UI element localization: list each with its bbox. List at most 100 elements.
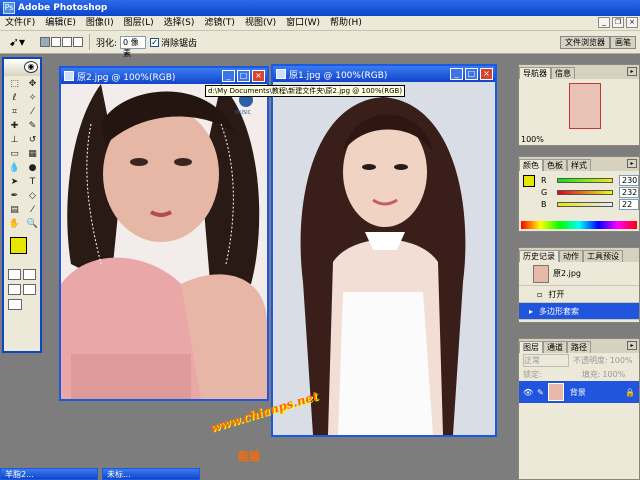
document-titlebar[interactable]: 原1.jpg @ 100%(RGB) _ □ × bbox=[273, 66, 495, 82]
menu-view[interactable]: 视图(V) bbox=[240, 16, 281, 31]
history-snapshot[interactable]: 原2.jpg bbox=[519, 262, 639, 286]
color-ramp[interactable] bbox=[521, 221, 637, 229]
maximize-button[interactable]: □ bbox=[465, 68, 478, 80]
tab-layers[interactable]: 图层 bbox=[519, 341, 543, 353]
new-selection-button[interactable] bbox=[40, 37, 50, 47]
close-button[interactable]: × bbox=[252, 70, 265, 82]
path-select-tool-icon[interactable]: ➤ bbox=[6, 176, 23, 189]
tab-tool-presets[interactable]: 工具预设 bbox=[583, 250, 623, 262]
menu-window[interactable]: 窗口(W) bbox=[281, 16, 325, 31]
eyedropper-tool-icon[interactable]: ⁄ bbox=[24, 204, 41, 217]
add-selection-button[interactable] bbox=[51, 37, 61, 47]
brushes-tab[interactable]: 画笔 bbox=[610, 36, 636, 49]
zoom-tool-icon[interactable]: 🔍 bbox=[24, 218, 41, 231]
blend-mode-select[interactable]: 正常 bbox=[523, 353, 569, 367]
tab-navigator[interactable]: 导航器 bbox=[519, 67, 551, 79]
minimize-button[interactable]: _ bbox=[450, 68, 463, 80]
tab-info[interactable]: 信息 bbox=[551, 67, 575, 79]
menu-filter[interactable]: 滤镜(T) bbox=[199, 16, 240, 31]
dodge-tool-icon[interactable]: ● bbox=[24, 162, 41, 175]
healing-brush-icon[interactable]: ✚ bbox=[6, 120, 23, 133]
red-slider[interactable] bbox=[557, 177, 613, 183]
menu-layer[interactable]: 图层(L) bbox=[119, 16, 159, 31]
navigator-thumbnail[interactable] bbox=[569, 83, 601, 129]
standard-mode-button[interactable] bbox=[8, 269, 21, 280]
crop-tool-icon[interactable]: ⌗ bbox=[6, 106, 23, 119]
green-value-input[interactable]: 232 bbox=[619, 186, 639, 198]
toolbox-header: ◉ bbox=[4, 59, 40, 76]
tab-styles[interactable]: 样式 bbox=[567, 159, 591, 171]
tab-actions[interactable]: 动作 bbox=[559, 250, 583, 262]
standard-screen-button[interactable] bbox=[8, 284, 21, 295]
move-tool-icon[interactable]: ✥ bbox=[24, 78, 41, 91]
green-slider[interactable] bbox=[557, 189, 613, 195]
minimized-doc[interactable]: 羊脂2... bbox=[0, 468, 98, 480]
shape-tool-icon[interactable]: ◇ bbox=[24, 190, 41, 203]
gradient-tool-icon[interactable]: ▦ bbox=[24, 148, 41, 161]
layer-row-background[interactable]: 👁 ✎ 背景 🔒 bbox=[519, 381, 639, 403]
visibility-eye-icon[interactable]: 👁 bbox=[523, 388, 533, 397]
stamp-tool-icon[interactable]: ⊥ bbox=[6, 134, 23, 147]
history-brush-icon[interactable]: ↺ bbox=[24, 134, 41, 147]
document-titlebar[interactable]: 原2.jpg @ 100%(RGB) _ □ × bbox=[61, 68, 267, 84]
intersect-selection-button[interactable] bbox=[73, 37, 83, 47]
tab-paths[interactable]: 路径 bbox=[567, 341, 591, 353]
subtract-selection-button[interactable] bbox=[62, 37, 72, 47]
slice-tool-icon[interactable]: ⁄ bbox=[24, 106, 41, 119]
menu-select[interactable]: 选择(S) bbox=[159, 16, 200, 31]
minimize-button[interactable]: _ bbox=[222, 70, 235, 82]
marquee-tool-icon[interactable]: ⬚ bbox=[6, 78, 23, 91]
magic-wand-tool-icon[interactable]: ✧ bbox=[24, 92, 41, 105]
app-restore-button[interactable]: ❐ bbox=[612, 17, 624, 28]
color-panel-foreground[interactable] bbox=[523, 175, 535, 187]
navigator-zoom-field[interactable]: 100% bbox=[521, 135, 544, 144]
tab-color[interactable]: 颜色 bbox=[519, 159, 543, 171]
polygonal-lasso-preset-icon[interactable]: ➹▾ bbox=[6, 33, 28, 51]
feather-input[interactable]: 0 像素 bbox=[120, 35, 147, 58]
pen-tool-icon[interactable]: ✒ bbox=[6, 190, 23, 203]
history-item[interactable]: ▫ 打开 bbox=[519, 286, 639, 303]
red-label: R bbox=[541, 175, 547, 185]
brush-tool-icon[interactable]: ✎ bbox=[24, 120, 41, 133]
tab-history[interactable]: 历史记录 bbox=[519, 250, 559, 262]
fullscreen-button[interactable] bbox=[23, 284, 36, 295]
red-value-input[interactable]: 230 bbox=[619, 174, 639, 186]
app-close-button[interactable]: × bbox=[626, 17, 638, 28]
antialias-checkbox[interactable]: ✓ bbox=[150, 37, 160, 47]
snapshot-label: 原2.jpg bbox=[553, 269, 582, 278]
jump-to-imageready-button[interactable] bbox=[8, 299, 22, 310]
opacity-input[interactable]: 100% bbox=[610, 356, 633, 365]
file-browser-tab[interactable]: 文件浏览器 bbox=[560, 36, 610, 49]
notes-tool-icon[interactable]: ▤ bbox=[6, 204, 23, 217]
maximize-button[interactable]: □ bbox=[237, 70, 250, 82]
document-canvas[interactable] bbox=[273, 82, 495, 435]
menu-file[interactable]: 文件(F) bbox=[0, 16, 40, 31]
hand-tool-icon[interactable]: ✋ bbox=[6, 218, 23, 231]
blur-tool-icon[interactable]: 💧 bbox=[6, 162, 23, 175]
type-tool-icon[interactable]: T bbox=[24, 176, 41, 189]
document-window-yuan1: 原1.jpg @ 100%(RGB) _ □ × bbox=[271, 64, 497, 437]
panel-menu-button[interactable]: ▸ bbox=[627, 159, 637, 168]
panel-menu-button[interactable]: ▸ bbox=[627, 67, 637, 76]
menu-image[interactable]: 图像(I) bbox=[81, 16, 119, 31]
panel-menu-button[interactable]: ▸ bbox=[627, 341, 637, 350]
tab-swatches[interactable]: 色板 bbox=[543, 159, 567, 171]
antialias-label: 消除锯齿 bbox=[161, 38, 198, 49]
blue-slider[interactable] bbox=[557, 201, 613, 207]
eraser-tool-icon[interactable]: ▭ bbox=[6, 148, 23, 161]
adobe-online-icon[interactable]: ◉ bbox=[24, 61, 38, 73]
history-item-selected[interactable]: ▸ 多边形套索 bbox=[519, 303, 639, 320]
document-canvas[interactable]: MUSIC bbox=[61, 84, 267, 399]
close-button[interactable]: × bbox=[480, 68, 493, 80]
fill-input[interactable]: 100% bbox=[602, 370, 625, 379]
app-minimize-button[interactable]: _ bbox=[598, 17, 610, 28]
menu-edit[interactable]: 编辑(E) bbox=[40, 16, 81, 31]
history-tabs: 历史记录 动作 工具预设 bbox=[519, 248, 639, 262]
quickmask-mode-button[interactable] bbox=[23, 269, 36, 280]
lasso-tool-icon[interactable]: ℓ bbox=[6, 92, 23, 105]
blue-value-input[interactable]: 22 bbox=[619, 198, 639, 210]
menu-help[interactable]: 帮助(H) bbox=[325, 16, 367, 31]
minimized-doc[interactable]: 未标... bbox=[102, 468, 200, 480]
foreground-color-swatch[interactable] bbox=[10, 237, 27, 254]
tab-channels[interactable]: 通道 bbox=[543, 341, 567, 353]
